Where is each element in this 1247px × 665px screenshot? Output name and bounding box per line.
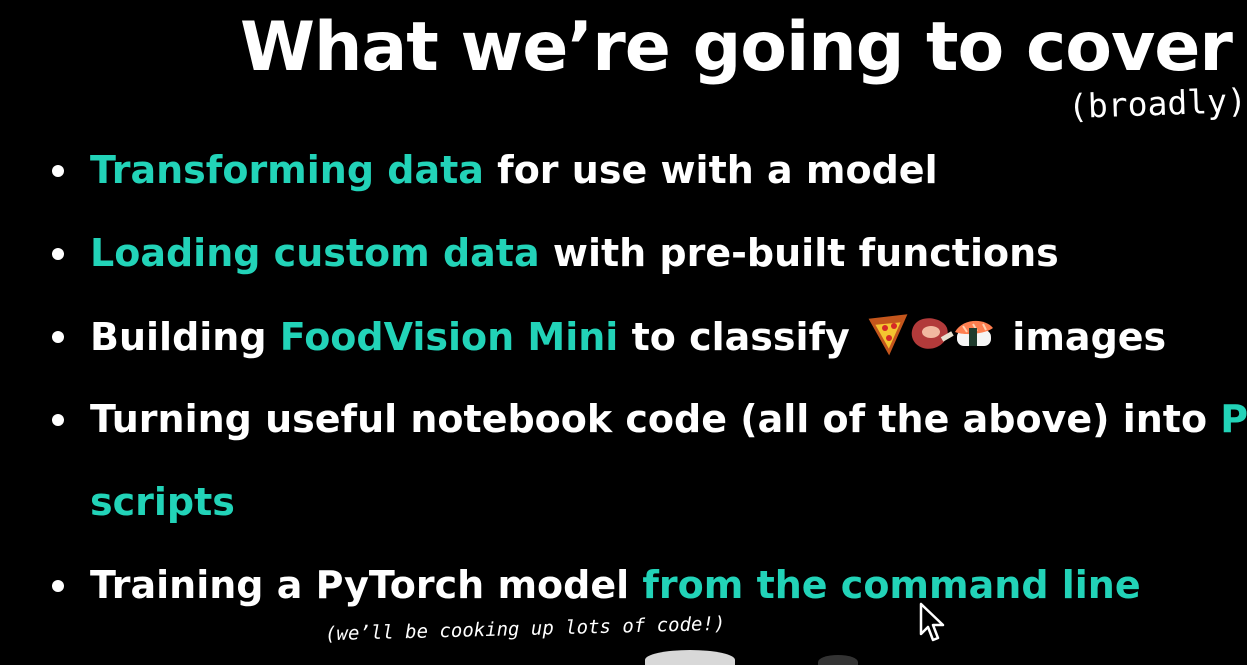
bullet-highlight: from the command line (642, 563, 1141, 607)
bullet-text: for use with a model (483, 148, 938, 192)
steak-icon (911, 318, 954, 349)
bullet-item: Turning useful notebook code (all of the… (52, 395, 1247, 443)
bullet-dot (52, 248, 64, 260)
bullet-text: Building (90, 315, 280, 359)
bullet-item: Building FoodVision Mini to classify ima… (52, 312, 1167, 367)
bullet-dot (52, 580, 64, 592)
decoration-shape (818, 655, 858, 665)
bullet-text: images (999, 315, 1167, 359)
bullet-continuation: scripts (90, 480, 235, 524)
bullet-dot (52, 414, 64, 426)
bullet-dot (52, 165, 64, 177)
sushi-icon (955, 320, 994, 346)
bullet-highlight: Loading custom data (90, 231, 540, 275)
bullet-text: to classify (618, 315, 850, 359)
bullet-text: Turning useful notebook code (all of the… (90, 397, 1221, 441)
bullet-item: Training a PyTorch model from the comman… (52, 561, 1141, 609)
chef-hat-icon (645, 650, 735, 665)
slide-title: What we’re going to cover (240, 8, 1233, 87)
slide: What we’re going to cover (broadly) Tran… (0, 0, 1247, 665)
bullet-dot (52, 331, 64, 343)
bullet-item: Transforming data for use with a model (52, 146, 938, 194)
bullet-highlight: Python (1220, 397, 1247, 441)
bullet-text: with pre-built functions (539, 231, 1059, 275)
food-icons (867, 312, 995, 367)
bullet-highlight: FoodVision Mini (279, 315, 619, 359)
bullet-highlight: Transforming data (90, 148, 484, 192)
mouse-cursor-icon (919, 602, 945, 642)
footer-note: (we’ll be cooking up lots of code!) (324, 612, 726, 646)
pizza-icon (868, 314, 908, 356)
bullet-text: Training a PyTorch model (90, 563, 643, 607)
title-note: (broadly) (1067, 80, 1247, 127)
bullet-item: Loading custom data with pre-built funct… (52, 229, 1059, 277)
